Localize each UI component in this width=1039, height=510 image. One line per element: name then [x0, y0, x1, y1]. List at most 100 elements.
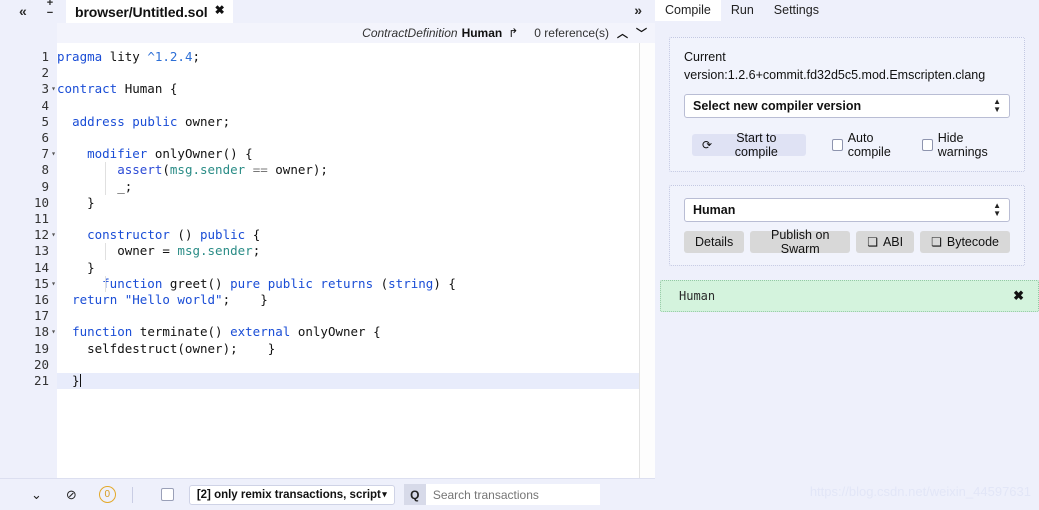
fold-toggle-icon[interactable]: ▾ [50, 81, 57, 97]
bytecode-button[interactable]: ❏ Bytecode [920, 231, 1010, 253]
line-number: 3 [41, 81, 49, 97]
code-line[interactable]: 7 ▾ modifier onlyOwner() { [0, 146, 655, 162]
line-number: 6 [41, 130, 49, 145]
compiled-contract-name: Human [679, 289, 716, 303]
code-line[interactable]: 5 address public owner; [0, 114, 655, 130]
code-text: } [57, 373, 81, 388]
side-panel-tabs: Compile Run Settings [655, 0, 1039, 22]
code-line[interactable]: 10 } [0, 195, 655, 211]
chevron-down-icon: ▾ [382, 489, 387, 499]
code-line[interactable]: 8 assert(msg.sender == owner); [0, 162, 655, 178]
abi-button[interactable]: ❏ ABI [856, 231, 915, 253]
chevron-up-icon[interactable]: ︿ [617, 25, 628, 41]
search-input[interactable] [425, 484, 600, 505]
contract-actions-row: Details Publish on Swarm ❏ ABI ❏ Bytecod… [684, 228, 1010, 256]
fold-toggle-icon[interactable]: ▾ [50, 227, 57, 243]
code-line[interactable]: 18 ▾ function terminate() external onlyOw… [0, 324, 655, 340]
code-line[interactable]: 20 [0, 357, 655, 373]
tab-run[interactable]: Run [721, 0, 764, 21]
contract-select[interactable]: Human ▲ ▼ [684, 198, 1010, 222]
publish-label: Publish on Swarm [771, 228, 830, 256]
fold-toggle-icon[interactable]: ▾ [50, 146, 57, 162]
pending-count-badge: 0 [98, 486, 116, 503]
indent-guide [105, 243, 106, 260]
details-button[interactable]: Details [684, 231, 745, 253]
code-text: } [57, 194, 95, 210]
editor-pane: « + − browser/Untitled.sol ✖ » ContractD… [0, 0, 656, 510]
code-line[interactable]: 2 [0, 65, 655, 81]
tab-compile[interactable]: Compile [655, 0, 721, 21]
code-line[interactable]: 13 owner = msg.sender; [0, 243, 655, 259]
zoom-controls[interactable]: + − [44, 0, 56, 19]
collapse-panel-icon[interactable]: « [19, 3, 27, 19]
code-line[interactable]: 1 pragma lity ^1.2.4; [0, 49, 655, 65]
search-icon[interactable]: Q [403, 484, 426, 505]
close-icon[interactable]: ✖ [215, 3, 225, 17]
chevron-down-icon[interactable]: ﹀ [636, 25, 647, 41]
line-number: 7 [41, 146, 49, 162]
current-label: Current [684, 50, 726, 64]
line-number: 5 [41, 113, 49, 129]
chevron-down-icon[interactable]: ⌄ [31, 487, 42, 503]
compiler-version-card: Current version:1.2.6+commit.fd32d5c5.mo… [669, 37, 1025, 172]
code-text: function terminate() external onlyOwner … [72, 324, 381, 340]
compiler-version-select-value: Select new compiler version [693, 99, 862, 113]
auto-compile-checkbox[interactable] [831, 139, 843, 151]
node-name-label: Human [461, 26, 503, 40]
indent-guide [105, 162, 106, 179]
copy-icon: ❏ [867, 235, 878, 249]
terminal-filter-checkbox[interactable] [160, 488, 174, 501]
stepper-arrows-icon: ▲ ▼ [993, 201, 1001, 218]
contract-select-value: Human [693, 203, 736, 217]
line-number: 4 [41, 97, 49, 113]
code-line[interactable]: 17 [0, 308, 655, 324]
code-line[interactable]: 15 ▾ function greet() pure public returns… [0, 276, 655, 292]
zoom-out-icon[interactable]: − [44, 8, 56, 19]
code-line[interactable]: 11 [0, 211, 655, 227]
line-number: 17 [33, 308, 49, 324]
text-cursor [79, 374, 81, 387]
line-number: 12 [33, 227, 49, 243]
divider [131, 486, 133, 503]
watermark-text: https://blog.csdn.net/weixin_44597631 [809, 484, 1031, 499]
start-to-compile-button[interactable]: ⟳ Start to compile [692, 131, 806, 159]
indent-guide [105, 178, 106, 195]
details-label: Details [695, 235, 734, 249]
code-text: constructor () public { [87, 227, 261, 243]
tab-settings[interactable]: Settings [764, 0, 829, 21]
fold-toggle-icon[interactable]: ▾ [50, 276, 57, 292]
line-number: 9 [41, 178, 49, 194]
code-line[interactable]: 21 } [0, 373, 655, 389]
code-text: address public owner; [72, 113, 231, 129]
code-line[interactable]: 3 ▾ contract Human { [0, 81, 655, 97]
code-line[interactable]: 14 } [0, 260, 655, 276]
code-editor[interactable]: 1 pragma lity ^1.2.4; 2 3 ▾ contract Human {4… [0, 43, 656, 478]
code-text: } [57, 259, 95, 275]
abi-label: ABI [882, 235, 904, 249]
code-line[interactable]: 4 [0, 98, 655, 114]
hide-warnings-checkbox[interactable] [921, 139, 933, 151]
code-line[interactable]: 9 _; [0, 179, 655, 195]
line-number: 13 [33, 243, 49, 259]
publish-on-swarm-button[interactable]: Publish on Swarm [750, 228, 851, 256]
expand-panel-icon[interactable]: » [634, 2, 642, 18]
compiler-version-select[interactable]: Select new compiler version ▲ ▼ [684, 94, 1010, 118]
code-line[interactable]: 12 ▾ constructor () public { [0, 227, 655, 243]
copy-icon: ❏ [931, 235, 942, 249]
clear-console-icon[interactable]: ⊘ [66, 487, 77, 503]
hide-warnings-label: Hide warnings [937, 131, 988, 159]
jump-to-definition-icon[interactable]: ↱ [508, 26, 518, 40]
file-tab-untitled-sol[interactable]: browser/Untitled.sol ✖ [66, 0, 233, 23]
close-icon[interactable]: ✖ [1013, 288, 1024, 304]
transaction-filter-select[interactable]: [2] only remix transactions, script ▾ [188, 484, 395, 505]
reference-count-label: 0 reference(s) [534, 26, 609, 40]
code-line[interactable]: 19 selfdestruct(owner); } [0, 341, 655, 357]
terminal-status-bar: ⌄ ⊘ 0 [2] only remix transactions, scrip… [0, 478, 655, 510]
node-type-label: ContractDefinition [362, 26, 458, 40]
fold-toggle-icon[interactable]: ▾ [50, 324, 57, 340]
code-text: _; [57, 178, 133, 194]
code-text: contract Human { [57, 81, 178, 97]
line-number: 16 [33, 292, 49, 307]
code-line[interactable]: 16 return "Hello world"; } [0, 292, 655, 308]
code-line[interactable]: 6 [0, 130, 655, 146]
